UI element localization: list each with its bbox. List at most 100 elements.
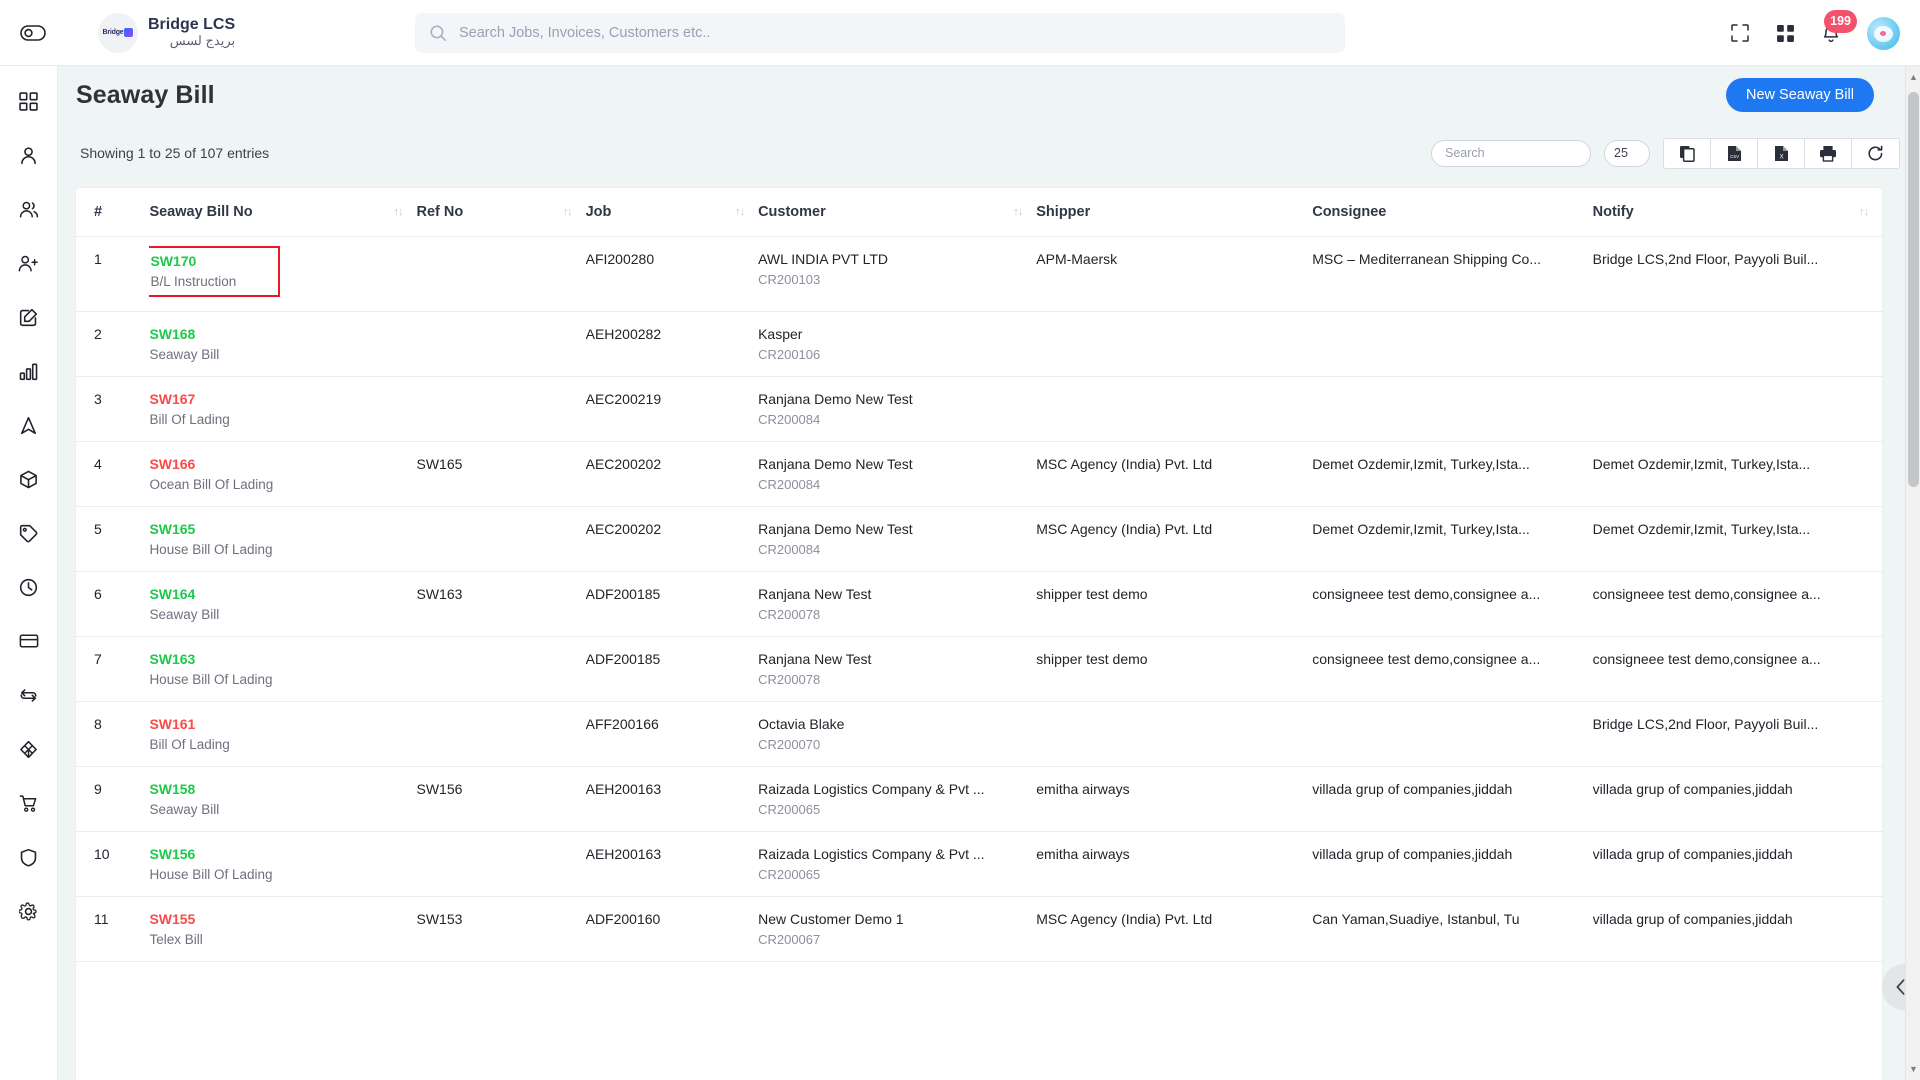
cell-bill-no[interactable]: SW168 Seaway Bill xyxy=(149,311,417,377)
cell-bill-no[interactable]: SW163 House Bill Of Lading xyxy=(149,636,417,702)
refresh-button[interactable] xyxy=(1852,139,1899,168)
sidebar-item-pricing[interactable] xyxy=(12,516,46,550)
bill-number[interactable]: SW167 xyxy=(149,391,195,407)
sidebar-item-add-user[interactable] xyxy=(12,246,46,280)
column-header-customer[interactable]: Customer ↑↓ xyxy=(758,188,1037,237)
sidebar-item-transfers[interactable] xyxy=(12,678,46,712)
table-row[interactable]: 9 SW158 Seaway Bill SW156 AEH200163 Raizada L… xyxy=(76,766,1882,832)
sidebar-item-purchase[interactable] xyxy=(12,786,46,820)
sidebar-item-dashboard[interactable] xyxy=(12,84,46,118)
cell-bill-no[interactable]: SW155 Telex Bill xyxy=(149,896,417,962)
notification-bell-icon[interactable]: 199 xyxy=(1821,9,1857,44)
table-row[interactable]: 4 SW166 Ocean Bill Of Lading SW165 AEC200202… xyxy=(76,441,1882,507)
cell-consignee: MSC – Mediterranean Shipping Co... xyxy=(1312,236,1593,312)
column-header-job[interactable]: Job ↑↓ xyxy=(585,188,759,237)
highlighted-bill-cell[interactable]: SW170 B/L Instruction xyxy=(149,246,281,297)
grid-apps-icon[interactable] xyxy=(1776,24,1795,43)
bill-number[interactable]: SW170 xyxy=(150,253,196,269)
sidebar-item-reports[interactable] xyxy=(12,354,46,388)
sort-icon: ↑↓ xyxy=(393,206,403,218)
excel-button[interactable]: X xyxy=(1758,138,1805,168)
cell-ref-no xyxy=(416,831,586,897)
cell-ref-no xyxy=(416,236,586,312)
fullscreen-icon[interactable] xyxy=(1730,23,1750,43)
csv-button[interactable]: CSV xyxy=(1711,138,1758,168)
cell-bill-no[interactable]: SW166 Ocean Bill Of Lading xyxy=(149,441,417,507)
cell-bill-no[interactable]: SW156 House Bill Of Lading xyxy=(149,831,417,897)
cell-customer: Ranjana Demo New Test CR200084 xyxy=(758,376,1037,442)
column-header-ref-no[interactable]: Ref No ↑↓ xyxy=(416,188,586,237)
table-row[interactable]: 5 SW165 House Bill Of Lading AEC200202 Ranja… xyxy=(76,506,1882,572)
cell-shipper xyxy=(1036,701,1313,767)
sidebar-item-customers[interactable] xyxy=(12,192,46,226)
page-scrollbar[interactable]: ▲ ▼ xyxy=(1905,66,1920,1080)
column-header-index[interactable]: # xyxy=(76,188,150,237)
bill-number[interactable]: SW164 xyxy=(149,586,195,602)
table-search-input[interactable] xyxy=(1431,139,1591,167)
cell-consignee xyxy=(1312,311,1593,377)
column-header-consignee[interactable]: Consignee xyxy=(1312,188,1593,237)
bill-number[interactable]: SW158 xyxy=(149,781,195,797)
scroll-down-arrow[interactable]: ▼ xyxy=(1906,1060,1920,1078)
global-search-box[interactable]: Search Jobs, Invoices, Customers etc.. xyxy=(415,13,1345,53)
cell-bill-no[interactable]: SW170 B/L Instruction xyxy=(149,236,417,312)
brand-name: Bridge LCS xyxy=(148,15,236,33)
bill-number[interactable]: SW156 xyxy=(149,846,195,862)
sidebar-toggle-button[interactable] xyxy=(16,16,50,50)
user-avatar[interactable] xyxy=(1867,16,1900,50)
bill-number[interactable]: SW155 xyxy=(149,911,195,927)
row-index: 7 xyxy=(76,636,150,702)
cell-shipper: emitha airways xyxy=(1036,831,1313,897)
cell-bill-no[interactable]: SW158 Seaway Bill xyxy=(149,766,417,832)
sidebar-item-quotation[interactable] xyxy=(12,300,46,334)
column-header-shipper[interactable]: Shipper xyxy=(1036,188,1313,237)
cell-bill-no[interactable]: SW164 Seaway Bill xyxy=(149,571,417,637)
table-row[interactable]: 6 SW164 Seaway Bill SW163 ADF200185 Ranjana N… xyxy=(76,571,1882,637)
scroll-up-arrow[interactable]: ▲ xyxy=(1906,68,1920,86)
shield-icon xyxy=(20,848,37,867)
col-label-ref-no: Ref No xyxy=(416,204,464,220)
bill-number[interactable]: SW166 xyxy=(149,456,195,472)
table-row[interactable]: 1 SW170 B/L Instruction AFI200280 AWL INDIA … xyxy=(76,236,1882,312)
sidebar-item-payments[interactable] xyxy=(12,624,46,658)
table-row[interactable]: 10 SW156 House Bill Of Lading AEH200163 Raiz… xyxy=(76,831,1882,897)
bill-number[interactable]: SW163 xyxy=(149,651,195,667)
table-row[interactable]: 7 SW163 House Bill Of Lading ADF200185 Ranja… xyxy=(76,636,1882,702)
bill-type: Bill Of Lading xyxy=(149,412,230,427)
cell-bill-no[interactable]: SW165 House Bill Of Lading xyxy=(149,506,417,572)
scrollbar-thumb[interactable] xyxy=(1908,92,1919,487)
print-button[interactable] xyxy=(1805,138,1852,168)
sidebar-item-security[interactable] xyxy=(12,840,46,874)
customer-code: CR200103 xyxy=(758,272,821,287)
bill-number[interactable]: SW165 xyxy=(149,521,195,537)
cell-consignee: villada grup of companies,jiddah xyxy=(1312,766,1593,832)
customer-name: Kasper xyxy=(758,326,803,342)
row-index: 9 xyxy=(76,766,150,832)
cell-job: AEH200163 xyxy=(585,831,759,897)
table-row[interactable]: 8 SW161 Bill Of Lading AFF200166 Octavia Bla… xyxy=(76,701,1882,767)
bill-number[interactable]: SW168 xyxy=(149,326,195,342)
sidebar-item-packages[interactable] xyxy=(12,462,46,496)
table-row[interactable]: 11 SW155 Telex Bill SW153 ADF200160 New Custo… xyxy=(76,896,1882,962)
sidebar-item-settings[interactable] xyxy=(12,894,46,928)
toggle-pill-icon xyxy=(20,24,46,41)
new-seaway-bill-button[interactable]: New Seaway Bill xyxy=(1726,78,1874,112)
sidebar-item-air-freight[interactable] xyxy=(12,408,46,442)
cell-customer: Octavia Blake CR200070 xyxy=(758,701,1037,767)
bill-number[interactable]: SW161 xyxy=(149,716,195,732)
column-header-notify[interactable]: Notify ↑↓ xyxy=(1592,188,1882,237)
col-label-notify: Notify xyxy=(1592,204,1634,220)
customer-code: CR200065 xyxy=(758,867,821,882)
table-row[interactable]: 2 SW168 Seaway Bill AEH200282 Kasper CR200106 xyxy=(76,311,1882,377)
sidebar-item-history[interactable] xyxy=(12,570,46,604)
cell-bill-no[interactable]: SW161 Bill Of Lading xyxy=(149,701,417,767)
page-length-select[interactable] xyxy=(1604,139,1650,167)
column-header-bill-no[interactable]: Seaway Bill No ↑↓ xyxy=(149,188,417,237)
cell-customer: Ranjana Demo New Test CR200084 xyxy=(758,506,1037,572)
sidebar-item-inventory[interactable] xyxy=(12,732,46,766)
table-row[interactable]: 3 SW167 Bill Of Lading AEC200219 Ranjana Dem… xyxy=(76,376,1882,442)
cell-bill-no[interactable]: SW167 Bill Of Lading xyxy=(149,376,417,442)
copy-button[interactable] xyxy=(1664,138,1711,168)
sidebar-item-user[interactable] xyxy=(12,138,46,172)
cell-shipper: MSC Agency (India) Pvt. Ltd xyxy=(1036,896,1313,962)
